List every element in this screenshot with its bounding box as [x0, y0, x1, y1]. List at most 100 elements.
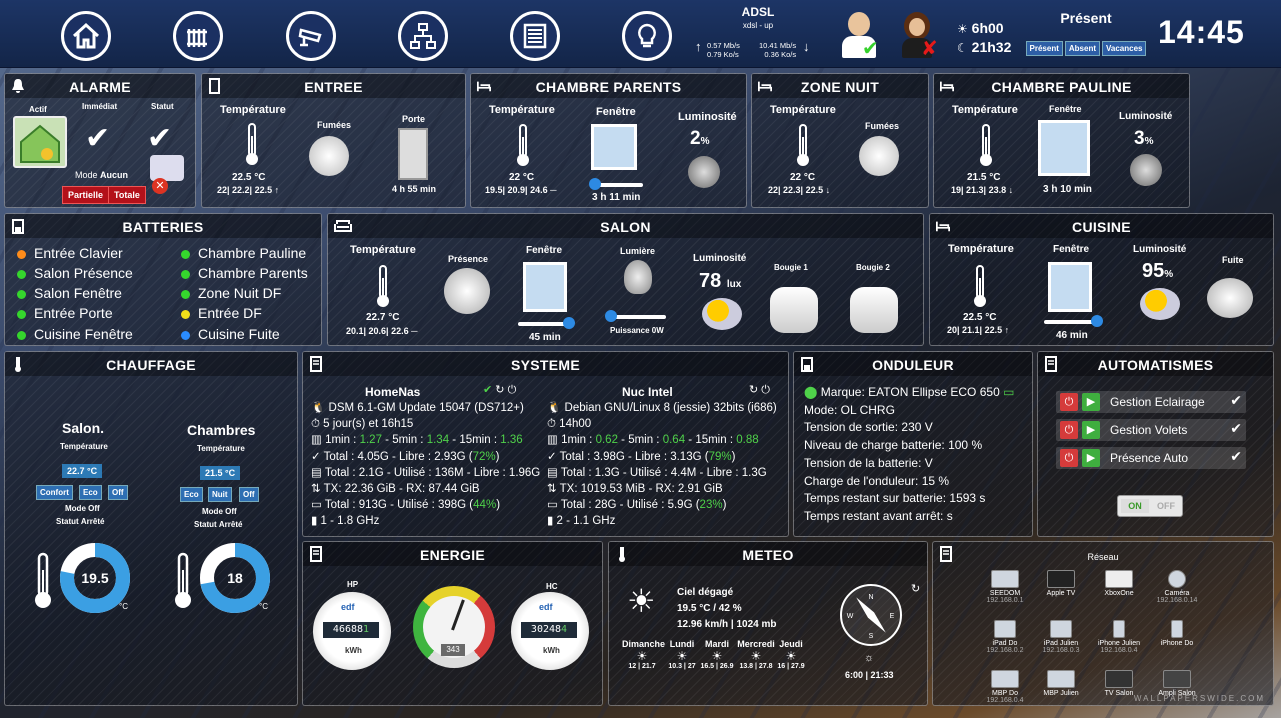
power-icon[interactable]: ⏻	[508, 384, 517, 396]
device-ipad-do[interactable]: iPad Do 192.168.0.2	[975, 620, 1035, 654]
panel-title: BATTERIES	[5, 214, 321, 238]
temp-value: 22.5 °C	[963, 312, 997, 323]
lights-nav-button[interactable]	[622, 11, 672, 61]
homenas-load: ▥ 1min : 1.27 - 5min : 1.34 - 15min : 1.…	[311, 434, 523, 447]
shutters-nav-button[interactable]	[510, 11, 560, 61]
fenetre-time: 46 min	[1056, 330, 1088, 341]
smoke-detector-icon	[309, 136, 349, 176]
refresh-icon[interactable]: ↻	[749, 384, 758, 396]
device-mbp-do[interactable]: MBP Do 192.168.0.4	[975, 670, 1035, 704]
device-mbp-julien[interactable]: MBP Julien	[1031, 670, 1091, 697]
reseau-title: Réseau	[1087, 552, 1119, 562]
candle-icon[interactable]	[850, 287, 898, 333]
adsl-title: ADSL	[741, 5, 775, 19]
partielle-button[interactable]: Partielle	[62, 186, 110, 204]
bougie1-label: Bougie 1	[774, 263, 808, 272]
slider-handle[interactable]	[563, 317, 575, 329]
reseau-panel: Réseau SEEDOM 192.168.0.1 Apple TV XboxOn…	[932, 541, 1274, 706]
camera-nav-button[interactable]	[286, 11, 336, 61]
phone-icon	[1113, 620, 1125, 638]
statut-check-icon[interactable]: ✔	[147, 121, 172, 156]
server-icon	[310, 356, 322, 372]
toggle-off[interactable]: OFF	[1152, 499, 1180, 513]
avatar	[909, 18, 925, 36]
refresh-icon[interactable]: ↻	[495, 384, 504, 396]
network-nav-button[interactable]	[398, 11, 448, 61]
sun-icon: ☀	[957, 22, 968, 36]
thermometer-icon	[35, 552, 51, 608]
batteries-panel: BATTERIES Entrée Clavier Salon Présence …	[4, 213, 322, 346]
radiator-icon	[187, 29, 207, 47]
sunrise-time: 6h00	[971, 20, 1004, 36]
totale-button[interactable]: Totale	[108, 186, 146, 204]
home-nav-button[interactable]	[61, 11, 111, 61]
device-tv-salon[interactable]: TV Salon	[1089, 670, 1149, 697]
homenas-swap: ▤ Total : 2.1G - Utilisé : 136M - Libre …	[311, 466, 541, 479]
stop-button[interactable]: ⏻	[1060, 421, 1078, 439]
vacances-button[interactable]: Vacances	[1102, 41, 1147, 56]
panel-title: ENERGIE	[303, 542, 602, 566]
device-camera[interactable]: Caméra 192.168.0.14	[1147, 570, 1207, 604]
hc-label: HC	[546, 582, 558, 591]
mem-percent: 79%	[708, 450, 732, 463]
upload-arrow-icon: ↑	[695, 39, 702, 54]
status-dot	[181, 330, 190, 340]
heating-nav-button[interactable]	[173, 11, 223, 61]
stop-button[interactable]: ⏻	[1060, 393, 1078, 411]
lum-unit: %	[1144, 136, 1154, 147]
chambres-off-button[interactable]: Off	[239, 487, 259, 502]
candle-icon[interactable]	[770, 287, 818, 333]
gauge-unit: °C	[259, 602, 268, 611]
automation-toggle[interactable]: ON OFF	[1117, 495, 1183, 517]
alarm-house-icon[interactable]	[13, 116, 67, 168]
battery-entree-clavier: Entrée Clavier	[17, 245, 123, 261]
absent-button[interactable]: Absent	[1064, 41, 1100, 56]
salon-eco-button[interactable]: Eco	[79, 485, 102, 500]
device-iphone-do[interactable]: iPhone Do	[1147, 620, 1207, 647]
disk-percent: 23%	[699, 499, 723, 512]
amplifier-icon	[1163, 670, 1191, 688]
chauffage-panel: CHAUFFAGE Salon. Température 22.7 °C Con…	[4, 351, 298, 706]
chambres-nuit-button[interactable]: Nuit	[208, 487, 232, 502]
device-seedom[interactable]: SEEDOM 192.168.0.1	[975, 570, 1035, 604]
day-range: 12 | 21.7	[628, 663, 656, 670]
device-ampli-salon[interactable]: Ampli Salon	[1147, 670, 1207, 697]
battery-salon-fenetre: Salon Fenêtre	[17, 285, 122, 301]
slider-handle[interactable]	[605, 310, 617, 322]
statut-value: Arrêté	[218, 520, 243, 529]
user-absent-avatar[interactable]: ✘	[896, 10, 940, 60]
sun-icon: ☀	[627, 583, 656, 619]
play-button[interactable]: ▶	[1082, 421, 1100, 439]
battery-entree-df: Entrée DF	[181, 305, 262, 321]
power-icon[interactable]: ⏻	[761, 384, 770, 396]
immediat-check-icon[interactable]: ✔	[85, 121, 110, 156]
hp-counter: 466881	[323, 622, 379, 638]
salon-off-button[interactable]: Off	[108, 485, 128, 500]
luminosite-label: Luminosité	[693, 253, 747, 264]
refresh-icon[interactable]: ↻	[911, 582, 920, 595]
slider-handle[interactable]	[589, 178, 601, 190]
toggle-on[interactable]: ON	[1121, 499, 1149, 513]
thermometer-icon	[980, 124, 992, 166]
play-button[interactable]: ▶	[1082, 449, 1100, 467]
ups-battery-voltage: Tension de la batterie: V	[804, 455, 933, 470]
present-button[interactable]: Présent	[1025, 41, 1063, 56]
window-slider[interactable]	[1044, 320, 1098, 324]
device-xboxone[interactable]: XboxOne	[1089, 570, 1149, 597]
mem-percent: 72%	[472, 450, 496, 463]
slider-handle[interactable]	[1091, 315, 1103, 327]
device-ipad-julien[interactable]: iPad Julien 192.168.0.3	[1031, 620, 1091, 654]
tablet-icon	[1050, 620, 1072, 638]
device-apple-tv[interactable]: Apple TV	[1031, 570, 1091, 597]
thermometer-icon	[377, 265, 389, 307]
sunset-time: 21h32	[971, 39, 1012, 55]
chambres-eco-button[interactable]: Eco	[180, 487, 203, 502]
play-button[interactable]: ▶	[1082, 393, 1100, 411]
lum-unit: %	[1164, 269, 1174, 280]
moon-icon	[688, 156, 720, 188]
sunset-icon: ☾	[957, 41, 968, 55]
device-iphone-julien[interactable]: iPhone Julien 192.168.0.4	[1089, 620, 1149, 654]
user-present-avatar[interactable]: ✔	[838, 10, 882, 60]
stop-button[interactable]: ⏻	[1060, 449, 1078, 467]
salon-confort-button[interactable]: Confort	[36, 485, 73, 500]
